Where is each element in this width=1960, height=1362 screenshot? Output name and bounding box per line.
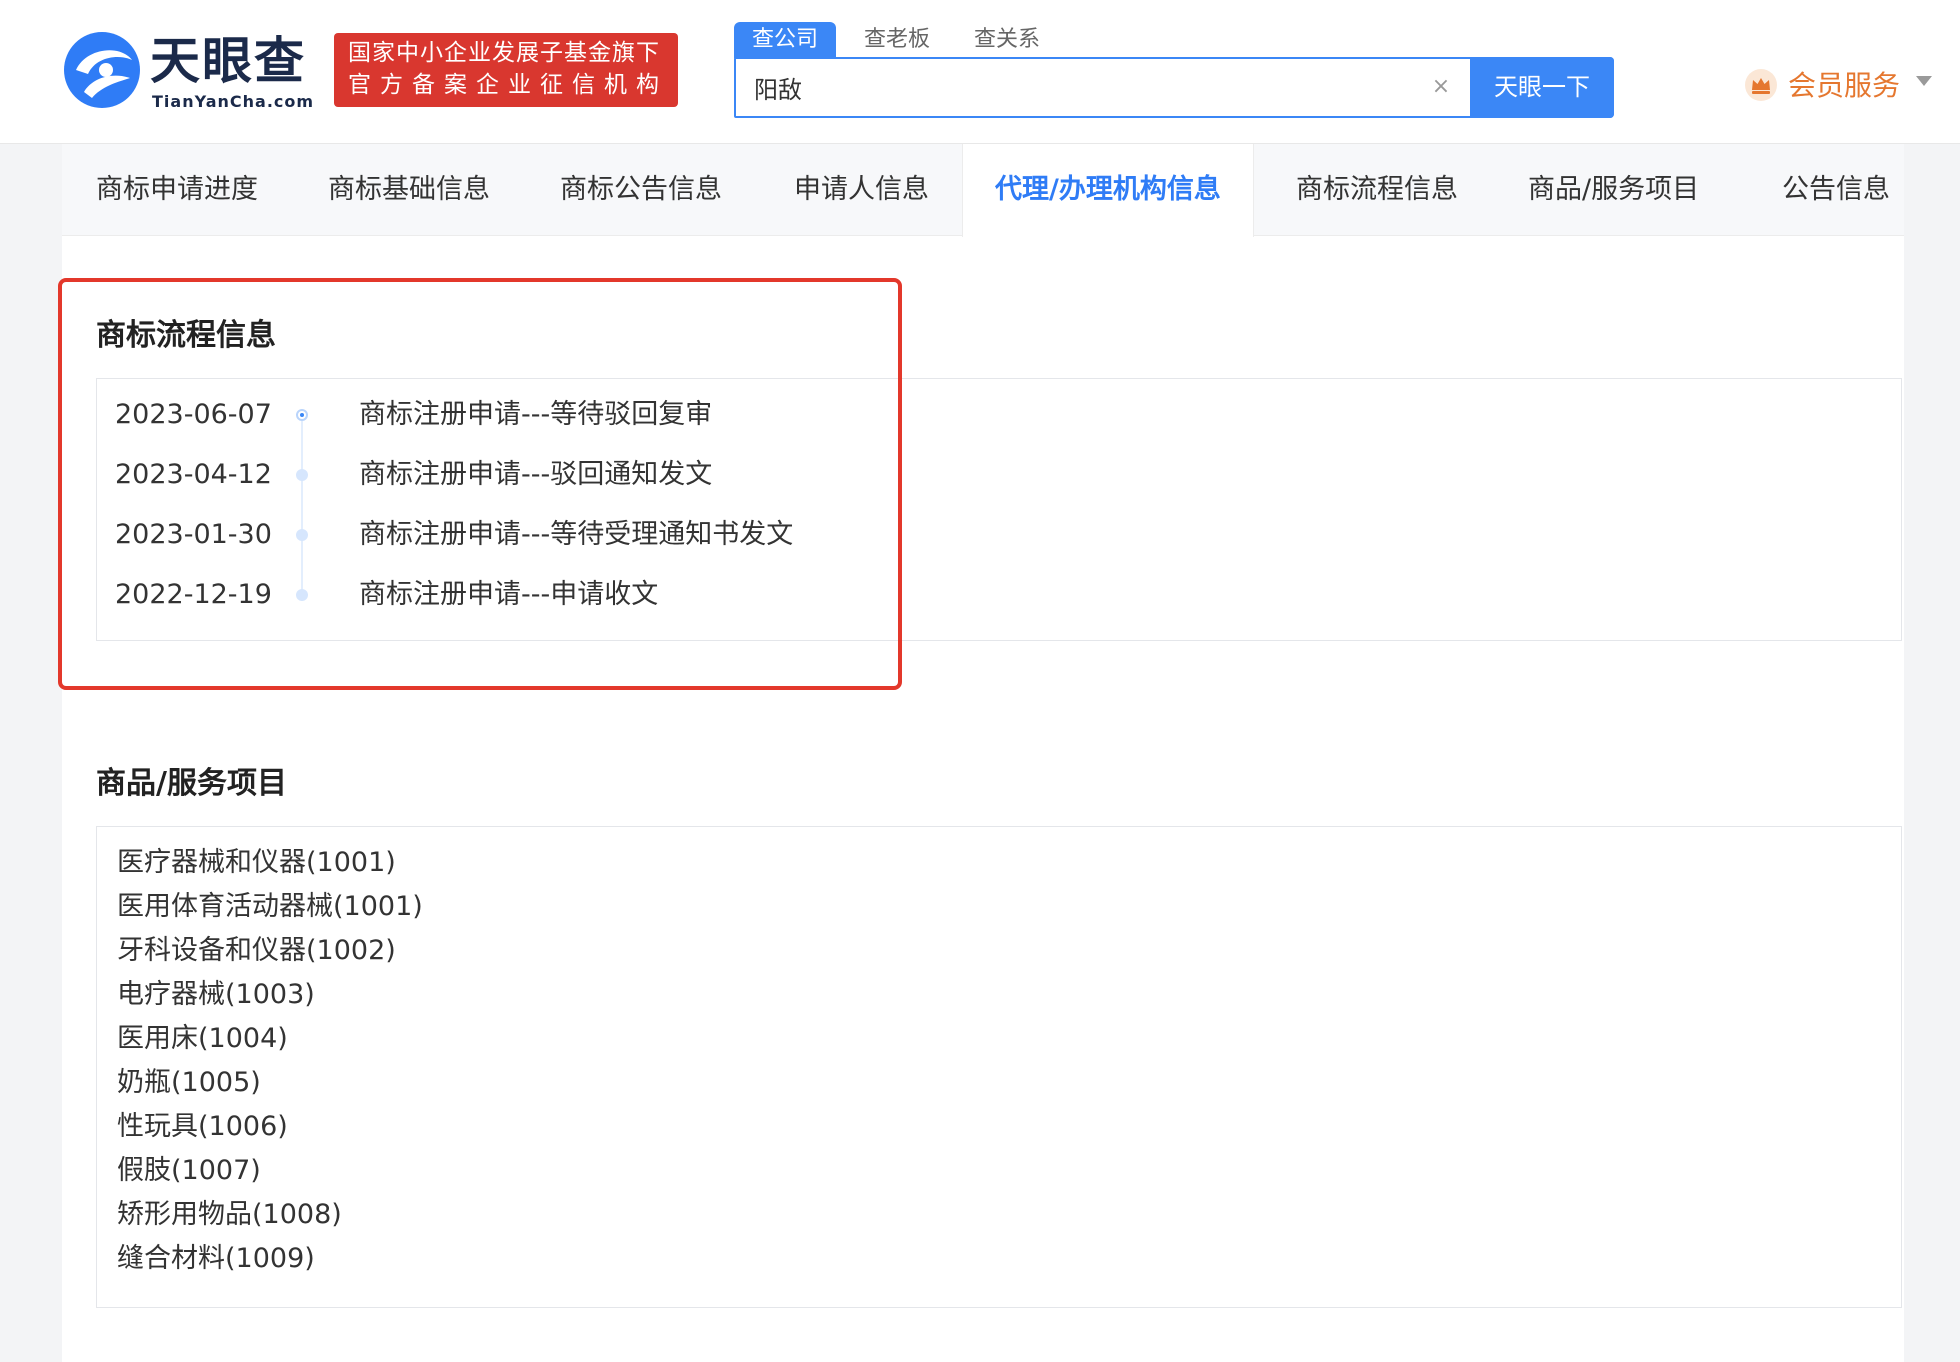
timeline-dot-icon [296, 589, 308, 601]
tab-announcement-info[interactable]: 商标公告信息 [560, 144, 722, 236]
top-header: 天眼查 TianYanCha.com 国家中小企业发展子基金旗下 官方备案企业征… [0, 0, 1960, 144]
timeline-item: 2022-12-19 商标注册申请---申请收文 [97, 575, 1901, 615]
badge-line-2: 官方备案企业征信机构 [348, 72, 668, 98]
logo-eye-icon [64, 32, 140, 108]
tab-applicant-info[interactable]: 申请人信息 [794, 144, 929, 236]
process-timeline: 2023-06-07 商标注册申请---等待驳回复审 2023-04-12 商标… [96, 378, 1902, 641]
logo-name: 天眼查 [150, 32, 306, 90]
goods-section-title: 商品/服务项目 [96, 766, 287, 801]
goods-services-list: 医疗器械和仪器(1001) 医用体育活动器械(1001) 牙科设备和仪器(100… [96, 826, 1902, 1308]
timeline-status: 商标注册申请---等待受理通知书发文 [359, 519, 794, 550]
timeline-status: 商标注册申请---等待驳回复审 [359, 399, 713, 430]
timeline-item: 2023-06-07 商标注册申请---等待驳回复审 [97, 395, 1901, 435]
list-item: 电疗器械(1003) [117, 979, 315, 1010]
search-input[interactable] [754, 59, 1434, 116]
badge-line-1: 国家中小企业发展子基金旗下 [348, 40, 660, 66]
tab-search-company[interactable]: 查公司 [734, 22, 837, 58]
timeline-date: 2023-01-30 [115, 519, 272, 550]
list-item: 医用体育活动器械(1001) [117, 891, 423, 922]
tab-search-boss[interactable]: 查老板 [864, 22, 930, 58]
timeline-status: 商标注册申请---申请收文 [359, 579, 659, 610]
logo-domain: TianYanCha.com [152, 92, 315, 111]
process-section-title: 商标流程信息 [96, 318, 276, 353]
list-item: 矫形用物品(1008) [117, 1199, 342, 1230]
tab-notice-info[interactable]: 公告信息 [1782, 144, 1890, 236]
list-item: 假肢(1007) [117, 1155, 261, 1186]
tab-application-progress[interactable]: 商标申请进度 [96, 144, 258, 236]
timeline-connector [301, 421, 303, 601]
list-item: 医用床(1004) [117, 1023, 288, 1054]
timeline-dot-icon [296, 529, 308, 541]
tab-agency-info[interactable]: 代理/办理机构信息 [962, 144, 1254, 237]
tab-basic-info[interactable]: 商标基础信息 [328, 144, 490, 236]
chevron-down-icon [1916, 76, 1932, 86]
clear-icon[interactable]: × [1426, 72, 1456, 102]
certification-badge: 国家中小企业发展子基金旗下 官方备案企业征信机构 [334, 33, 678, 107]
crown-icon [1745, 69, 1777, 101]
timeline-current-dot-icon [296, 409, 308, 421]
timeline-date: 2023-04-12 [115, 459, 272, 490]
site-logo[interactable]: 天眼查 TianYanCha.com [62, 30, 315, 111]
list-item: 性玩具(1006) [117, 1111, 288, 1142]
trademark-detail-panel: 商标申请进度 商标基础信息 商标公告信息 申请人信息 代理/办理机构信息 商标流… [62, 144, 1904, 1362]
tab-goods-services[interactable]: 商品/服务项目 [1528, 144, 1699, 236]
tab-search-relation[interactable]: 查关系 [974, 22, 1040, 58]
list-item: 牙科设备和仪器(1002) [117, 935, 396, 966]
search-bar: × 天眼一下 [734, 57, 1614, 118]
goods-list: 医疗器械和仪器(1001) 医用体育活动器械(1001) 牙科设备和仪器(100… [117, 841, 423, 1281]
timeline-item: 2023-01-30 商标注册申请---等待受理通知书发文 [97, 515, 1901, 555]
section-nav: 商标申请进度 商标基础信息 商标公告信息 申请人信息 代理/办理机构信息 商标流… [62, 144, 1904, 237]
timeline-dot-icon [296, 469, 308, 481]
timeline-date: 2023-06-07 [115, 399, 272, 430]
timeline-date: 2022-12-19 [115, 579, 272, 610]
list-item: 医疗器械和仪器(1001) [117, 847, 396, 878]
tab-process-info[interactable]: 商标流程信息 [1296, 144, 1458, 236]
timeline-item: 2023-04-12 商标注册申请---驳回通知发文 [97, 455, 1901, 495]
vip-service-label: 会员服务 [1788, 69, 1901, 102]
list-item: 缝合材料(1009) [117, 1243, 315, 1274]
list-item: 奶瓶(1005) [117, 1067, 261, 1098]
search-button[interactable]: 天眼一下 [1470, 57, 1614, 118]
timeline-status: 商标注册申请---驳回通知发文 [359, 459, 713, 490]
